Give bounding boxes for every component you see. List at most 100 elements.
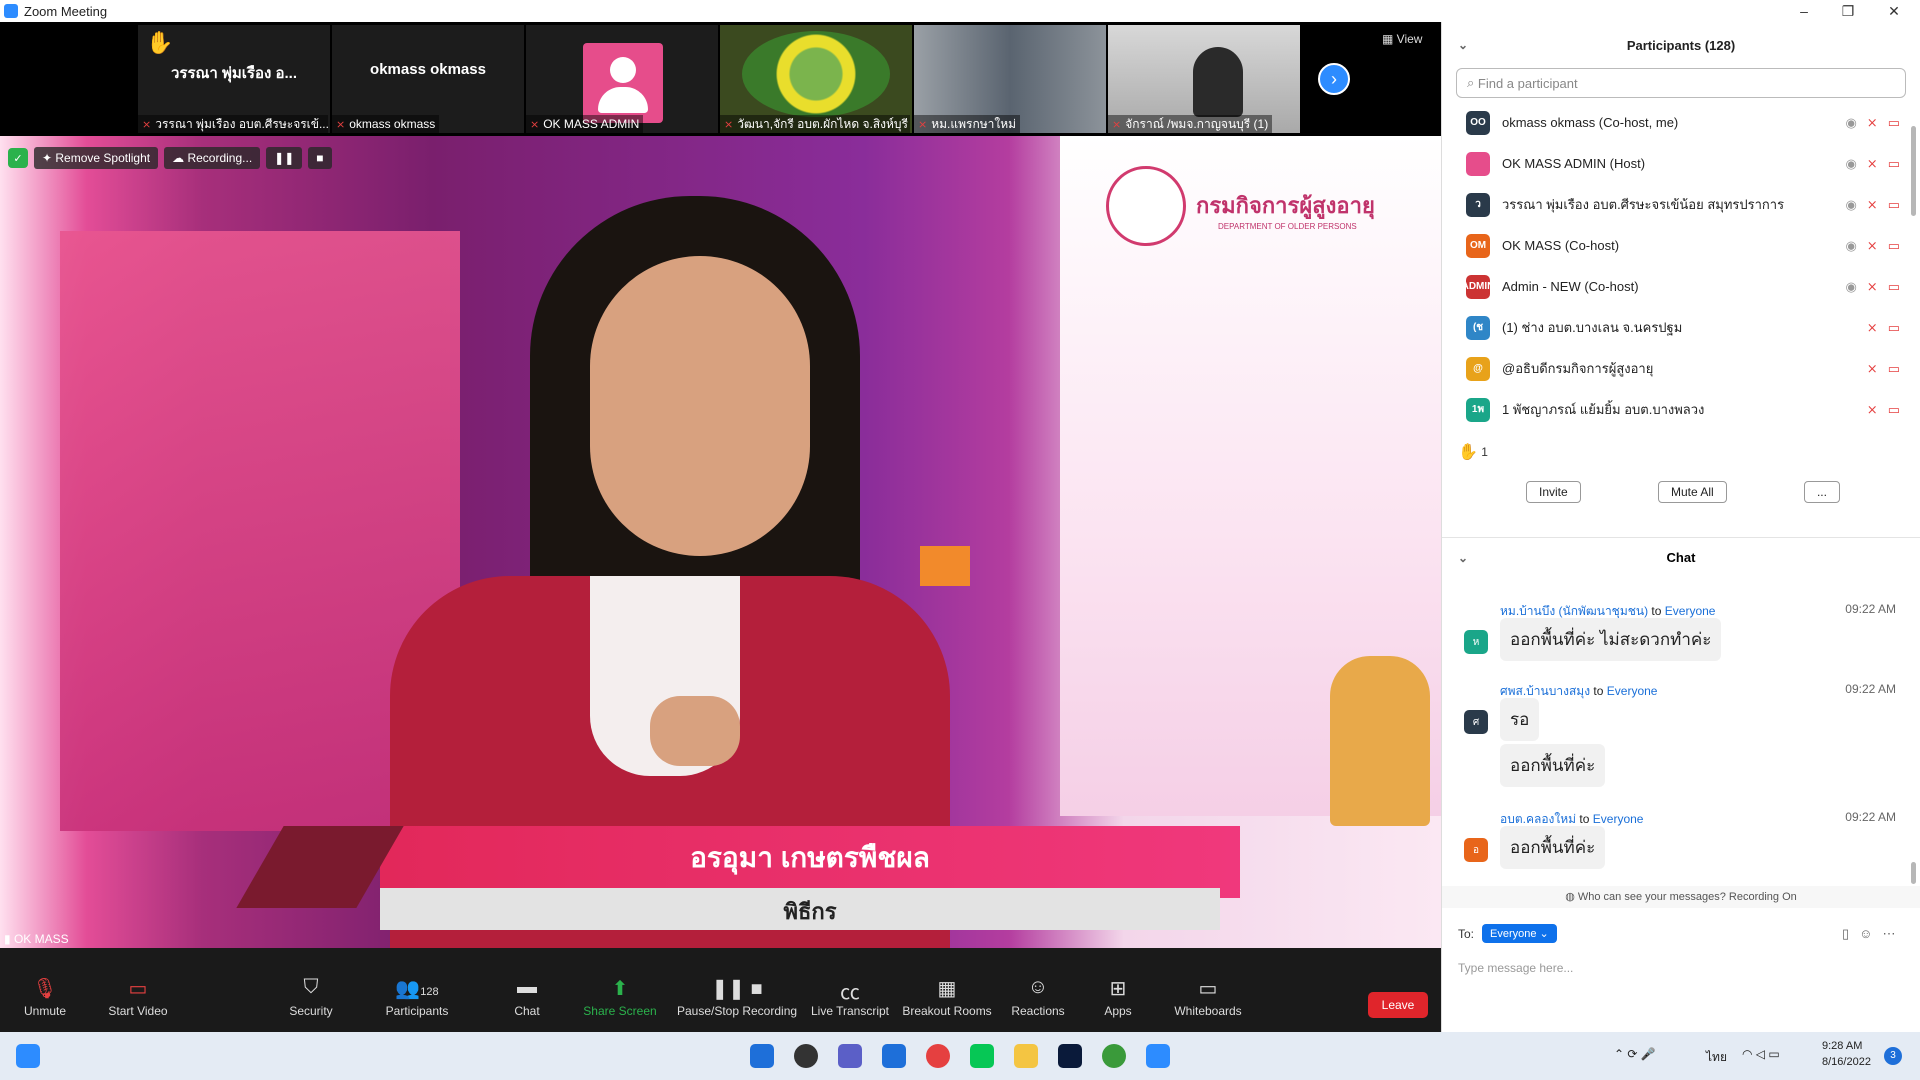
participant-name: 1 พัชญาภรณ์ แย้มยิ้ม อบต.บางพลวง [1502, 402, 1705, 417]
notification-badge[interactable]: 3 [1884, 1047, 1902, 1065]
emoji-icon[interactable]: ☺ [1859, 926, 1872, 942]
tile-display-name: วรรณา พุ่มเรือง อ... [170, 65, 297, 82]
more-icon[interactable]: ⋯ [1882, 926, 1895, 942]
invite-button[interactable]: Invite [1526, 481, 1581, 503]
chevron-down-icon[interactable]: ⌄ [1458, 551, 1468, 565]
participant-row[interactable]: OM OK MASS (Co-host) ◉ ⨯ ▭ [1442, 225, 1920, 266]
mic-off-icon: ⨯ [1866, 319, 1878, 335]
participant-row[interactable]: (ช (1) ช่าง อบต.บางเลน จ.นครปฐม ⨯ ▭ [1442, 307, 1920, 348]
raised-hand-icon: ✋ [1458, 444, 1478, 461]
pause-stop-recording-button[interactable]: ❚❚ ■ Pause/Stop Recording [677, 976, 797, 1018]
participant-search-input[interactable]: ⌕ Find a participant [1456, 68, 1906, 98]
participants-button[interactable]: 👥128 Participants [386, 976, 449, 1018]
sign [920, 546, 970, 586]
breakout-rooms-button[interactable]: ▦ Breakout Rooms [902, 976, 991, 1018]
chat-message-input[interactable]: Type message here... [1458, 961, 1573, 975]
minimize-icon[interactable]: – [1784, 0, 1824, 22]
pause-recording-button[interactable]: ❚❚ [266, 147, 303, 169]
participant-row[interactable]: OO okmass okmass (Co-host, me) ◉ ⨯ ▭ [1442, 102, 1920, 143]
whiteboards-button[interactable]: ▭ Whiteboards [1174, 976, 1241, 1018]
participant-name: OK MASS (Co-host) [1502, 238, 1620, 253]
muted-mic-icon: ⨯ [336, 118, 346, 131]
windows-taskbar: ⌃ ⟳ 🎤 ไทย ◠ ◁ ▭ 9:28 AM 8/16/2022 3 [0, 1032, 1920, 1080]
chat-button[interactable]: ▬ Chat [514, 976, 539, 1018]
chrome-icon[interactable] [926, 1044, 950, 1068]
chat-header: ⌄ Chat [1442, 537, 1920, 577]
search-icon[interactable] [794, 1044, 818, 1068]
recipient-dropdown[interactable]: Everyone ⌄ [1482, 924, 1557, 943]
folder-icon[interactable] [1014, 1044, 1038, 1068]
remove-spotlight-button[interactable]: ✦ Remove Spotlight [34, 147, 159, 169]
video-off-icon: ▭ [1887, 237, 1900, 253]
participant-row[interactable]: @ @อธิบดีกรมกิจการผู้สูงอายุ ⨯ ▭ [1442, 348, 1920, 389]
view-icon: ◉ [1845, 114, 1857, 130]
photoshop-icon[interactable] [1058, 1044, 1082, 1068]
video-tile[interactable]: okmass okmass ⨯ okmass okmass [332, 25, 524, 133]
presenter-face [590, 256, 810, 556]
unmute-button[interactable]: 🎙 Unmute [24, 976, 66, 1018]
participant-row[interactable]: ว วรรณา พุ่มเรือง อบต.ศีรษะจรเข้น้อย สมุท… [1442, 184, 1920, 225]
participant-actions: Invite Mute All ... [1442, 474, 1920, 510]
message-bubble[interactable]: รอ [1500, 698, 1540, 741]
chat-icon: ▬ [516, 976, 537, 998]
file-icon[interactable]: ▯ [1842, 926, 1849, 942]
video-tile[interactable]: ⨯ OK MASS ADMIN [526, 25, 718, 133]
tile-name: ⨯ จักราณ์ /พมจ.กาญจนบุรี (1) [1108, 115, 1273, 133]
more-options-button[interactable]: ... [1803, 481, 1840, 503]
network-sound-icons[interactable]: ◠ ◁ ▭ [1742, 1047, 1780, 1061]
video-off-icon: ▭ [1887, 155, 1900, 171]
video-tile[interactable]: ⨯ วัฒนา,จักรี อบต.ผักไหด จ.สิงห์บุรี [720, 25, 912, 133]
next-page-button[interactable]: › [1318, 63, 1350, 95]
apps-button[interactable]: ⊞ Apps [1104, 976, 1131, 1018]
line-icon[interactable] [970, 1044, 994, 1068]
view-button[interactable]: ▦ View [1382, 32, 1422, 46]
apps-icon: ⊞ [1109, 978, 1127, 1000]
message-bubble[interactable]: ออกพื้นที่ค่ะ [1500, 826, 1606, 869]
video-tile[interactable]: ✋ วรรณา พุ่มเรือง อ... ⨯ วรรณา พุ่มเรือง … [138, 25, 330, 133]
video-off-icon: ▭ [1887, 114, 1900, 130]
avatar [583, 43, 663, 123]
participants-scrollbar[interactable] [1911, 126, 1916, 216]
close-icon[interactable]: ✕ [1874, 0, 1914, 22]
video-tile[interactable]: ⨯ จักราณ์ /พมจ.กาญจนบุรี (1) [1108, 25, 1300, 133]
restore-icon[interactable]: ❐ [1828, 0, 1868, 22]
video-tile[interactable]: ⨯ หม.แพรกษาใหม่ [914, 25, 1106, 133]
participant-row[interactable]: ADMIN Admin - NEW (Co-host) ◉ ⨯ ▭ [1442, 266, 1920, 307]
caption-role: พิธีกร [783, 899, 837, 924]
participant-status-icons: ⨯ ▭ [1867, 402, 1900, 418]
start-video-button[interactable]: ▭ Start Video [108, 976, 167, 1018]
widgets-icon[interactable] [16, 1044, 40, 1068]
share-icon: ⬆ [611, 978, 629, 1000]
participant-row[interactable]: OK MASS ADMIN (Host) ◉ ⨯ ▭ [1442, 143, 1920, 184]
chevron-down-icon[interactable]: ⌄ [1458, 38, 1468, 52]
video-off-icon: ▭ [128, 978, 148, 1000]
view-icon: ◉ [1845, 278, 1857, 294]
app-icon[interactable] [1102, 1044, 1126, 1068]
store-icon[interactable] [882, 1044, 906, 1068]
reactions-button[interactable]: ☺ Reactions [1011, 976, 1064, 1018]
leave-button[interactable]: Leave [1368, 992, 1428, 1018]
live-transcript-button[interactable]: ㏄ Live Transcript [811, 976, 889, 1018]
start-icon[interactable] [750, 1044, 774, 1068]
tray-icons[interactable]: ⌃ ⟳ 🎤 [1614, 1047, 1656, 1061]
avatar: 1พ [1466, 397, 1490, 422]
clock-time[interactable]: 9:28 AM [1822, 1040, 1862, 1052]
chat-app-icon[interactable] [838, 1044, 862, 1068]
participants-header: ⌄ Participants (128) [1458, 37, 1736, 53]
chat-notice[interactable]: ◍ Who can see your messages? Recording O… [1442, 886, 1920, 908]
stop-recording-button[interactable]: ■ [308, 147, 332, 169]
clock-date[interactable]: 8/16/2022 [1822, 1056, 1871, 1068]
person-icon: ◍ [1565, 891, 1578, 903]
chat-scrollbar[interactable] [1911, 862, 1916, 884]
zoom-icon[interactable] [1146, 1044, 1170, 1068]
person-silhouette [1193, 47, 1243, 117]
security-button[interactable]: ⛉ Security [289, 976, 332, 1018]
message-bubble[interactable]: ออกพื้นที่ค่ะ ไม่สะดวกทำค่ะ [1500, 618, 1722, 661]
message-bubble[interactable]: ออกพื้นที่ค่ะ [1500, 744, 1606, 787]
input-language[interactable]: ไทย [1706, 1048, 1727, 1067]
participant-row[interactable]: 1พ 1 พัชญาภรณ์ แย้มยิ้ม อบต.บางพลวง ⨯ ▭ [1442, 389, 1920, 430]
tile-name: ⨯ OK MASS ADMIN [526, 115, 644, 133]
share-screen-button[interactable]: ⬆ Share Screen [583, 976, 656, 1018]
tile-name: ⨯ วัฒนา,จักรี อบต.ผักไหด จ.สิงห์บุรี [720, 115, 910, 133]
mute-all-button[interactable]: Mute All [1657, 481, 1727, 503]
